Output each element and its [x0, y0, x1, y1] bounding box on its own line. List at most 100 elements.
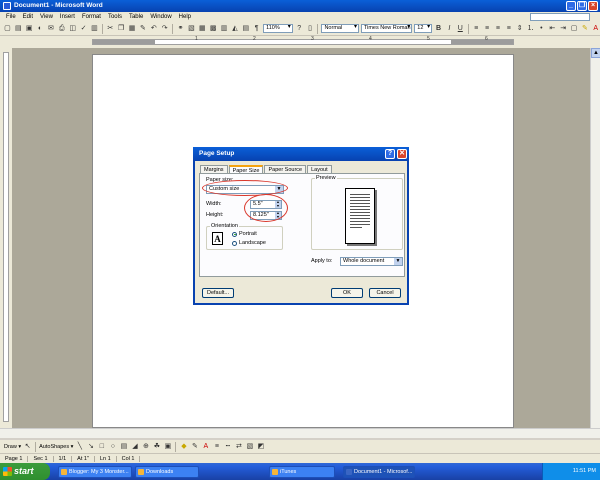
font-color-icon[interactable]: A [201, 442, 210, 451]
oval-icon[interactable]: ○ [108, 442, 117, 451]
task-document1[interactable]: Document1 - Microsof... [343, 465, 415, 478]
save-icon[interactable]: ▣ [25, 24, 34, 33]
restore-button[interactable]: ❐ [577, 1, 587, 11]
word-app-icon[interactable] [3, 2, 11, 10]
style-select[interactable]: Normal [321, 24, 359, 33]
dash-style-icon[interactable]: ┅ [223, 442, 232, 451]
scroll-up-arrow-icon[interactable]: ▲ [591, 48, 600, 58]
menu-edit[interactable]: Edit [23, 14, 33, 20]
portrait-radio[interactable]: Portrait [232, 231, 257, 237]
line-icon[interactable]: ╲ [75, 442, 84, 451]
print-preview-icon[interactable]: ◫ [68, 24, 77, 33]
cut-icon[interactable]: ✂ [106, 24, 115, 33]
diagram-icon[interactable]: ⊕ [141, 442, 150, 451]
task-itunes[interactable]: iTunes [269, 465, 335, 478]
apply-to-select[interactable]: Whole document ▼ [340, 257, 403, 266]
minimize-button[interactable]: _ [566, 1, 576, 11]
zoom-select[interactable]: 110% [263, 24, 293, 33]
email-icon[interactable]: ✉ [47, 24, 56, 33]
horizontal-ruler[interactable]: 1 2 3 4 5 6 [0, 36, 600, 48]
align-left-icon[interactable]: ≡ [472, 24, 481, 33]
landscape-radio[interactable]: Landscape [232, 240, 266, 246]
document-map-icon[interactable]: ▤ [241, 24, 250, 33]
tables-borders-icon[interactable]: ▧ [187, 24, 196, 33]
bold-button[interactable]: B [434, 24, 443, 33]
borders-icon[interactable]: ▢ [570, 24, 579, 33]
undo-icon[interactable]: ↶ [149, 24, 158, 33]
menu-tools[interactable]: Tools [108, 14, 122, 20]
3d-icon[interactable]: ◩ [256, 442, 265, 451]
spelling-icon[interactable]: ✓ [79, 24, 88, 33]
format-painter-icon[interactable]: ✎ [138, 24, 147, 33]
increase-indent-icon[interactable]: ⇥ [559, 24, 568, 33]
insert-table-icon[interactable]: ▦ [198, 24, 207, 33]
line-style-icon[interactable]: ≡ [212, 442, 221, 451]
select-objects-icon[interactable]: ↖ [23, 442, 32, 451]
help-question-input[interactable] [530, 13, 590, 21]
fill-color-icon[interactable]: ◆ [179, 442, 188, 451]
wordart-icon[interactable]: ◢ [130, 442, 139, 451]
numbering-icon[interactable]: ⒈ [526, 24, 535, 33]
autoshapes-menu[interactable]: AutoShapes ▾ [39, 444, 73, 450]
ok-button[interactable]: OK [331, 288, 363, 298]
font-size-select[interactable]: 12 [414, 24, 433, 33]
dialog-help-button[interactable]: ? [385, 149, 395, 159]
menu-help[interactable]: Help [179, 14, 191, 20]
vertical-ruler[interactable] [0, 48, 12, 428]
show-hide-icon[interactable]: ¶ [252, 24, 261, 33]
arrow-icon[interactable]: ↘ [86, 442, 95, 451]
clipart-icon[interactable]: ☘ [152, 442, 161, 451]
picture-icon[interactable]: ▣ [163, 442, 172, 451]
textbox-icon[interactable]: ▤ [119, 442, 128, 451]
menu-window[interactable]: Window [150, 14, 171, 20]
research-icon[interactable]: ▥ [90, 24, 99, 33]
clock[interactable]: 11:51 PM [573, 468, 596, 474]
help-icon[interactable]: ? [295, 24, 304, 33]
cancel-button[interactable]: Cancel [369, 288, 401, 298]
decrease-indent-icon[interactable]: ⇤ [548, 24, 557, 33]
align-right-icon[interactable]: ≡ [493, 24, 502, 33]
shadow-icon[interactable]: ▧ [245, 442, 254, 451]
close-window-button[interactable]: × [588, 1, 598, 11]
arrow-style-icon[interactable]: ⇄ [234, 442, 243, 451]
menu-format[interactable]: Format [82, 14, 101, 20]
copy-icon[interactable]: ❐ [117, 24, 126, 33]
default-button[interactable]: Default... [202, 288, 234, 298]
align-center-icon[interactable]: ≡ [483, 24, 492, 33]
columns-icon[interactable]: ▥ [220, 24, 229, 33]
drawing-icon[interactable]: ◭ [230, 24, 239, 33]
open-icon[interactable]: ▤ [14, 24, 23, 33]
redo-icon[interactable]: ↷ [160, 24, 169, 33]
justify-icon[interactable]: ≡ [504, 24, 513, 33]
new-icon[interactable]: ▢ [3, 24, 12, 33]
menu-file[interactable]: File [6, 14, 16, 20]
draw-menu[interactable]: Draw ▾ [4, 444, 21, 450]
font-select[interactable]: Times New Roman [360, 24, 413, 33]
rectangle-icon[interactable]: □ [97, 442, 106, 451]
font-color-icon[interactable]: A [591, 24, 600, 33]
print-icon[interactable]: ⎙ [57, 24, 66, 33]
read-icon[interactable]: ▯ [306, 24, 315, 33]
menu-view[interactable]: View [40, 14, 53, 20]
task-downloads[interactable]: Downloads [135, 465, 199, 478]
line-spacing-icon[interactable]: ⇕ [515, 24, 524, 33]
task-blogger[interactable]: Blogger: My 3 Monster... [58, 465, 132, 478]
highlight-icon[interactable]: ✎ [580, 24, 589, 33]
horizontal-scrollbar[interactable] [0, 428, 600, 438]
vertical-scrollbar[interactable]: ▲ [590, 48, 600, 434]
start-button[interactable]: start [0, 463, 50, 480]
radio-selected-icon [232, 231, 237, 237]
menu-insert[interactable]: Insert [60, 14, 75, 20]
italic-button[interactable]: I [445, 24, 454, 33]
insert-excel-icon[interactable]: ▩ [209, 24, 218, 33]
paste-icon[interactable]: ▦ [128, 24, 137, 33]
menu-table[interactable]: Table [129, 14, 143, 20]
permission-icon[interactable]: ◐ [36, 24, 45, 33]
hyperlink-icon[interactable]: ⚭ [176, 24, 185, 33]
annotation-circle-paper-size [202, 180, 288, 196]
dialog-close-button[interactable]: ✕ [397, 149, 407, 159]
bullets-icon[interactable]: • [537, 24, 546, 33]
line-color-icon[interactable]: ✎ [190, 442, 199, 451]
underline-button[interactable]: U [456, 24, 465, 33]
chevron-down-icon[interactable]: ▼ [394, 258, 402, 265]
